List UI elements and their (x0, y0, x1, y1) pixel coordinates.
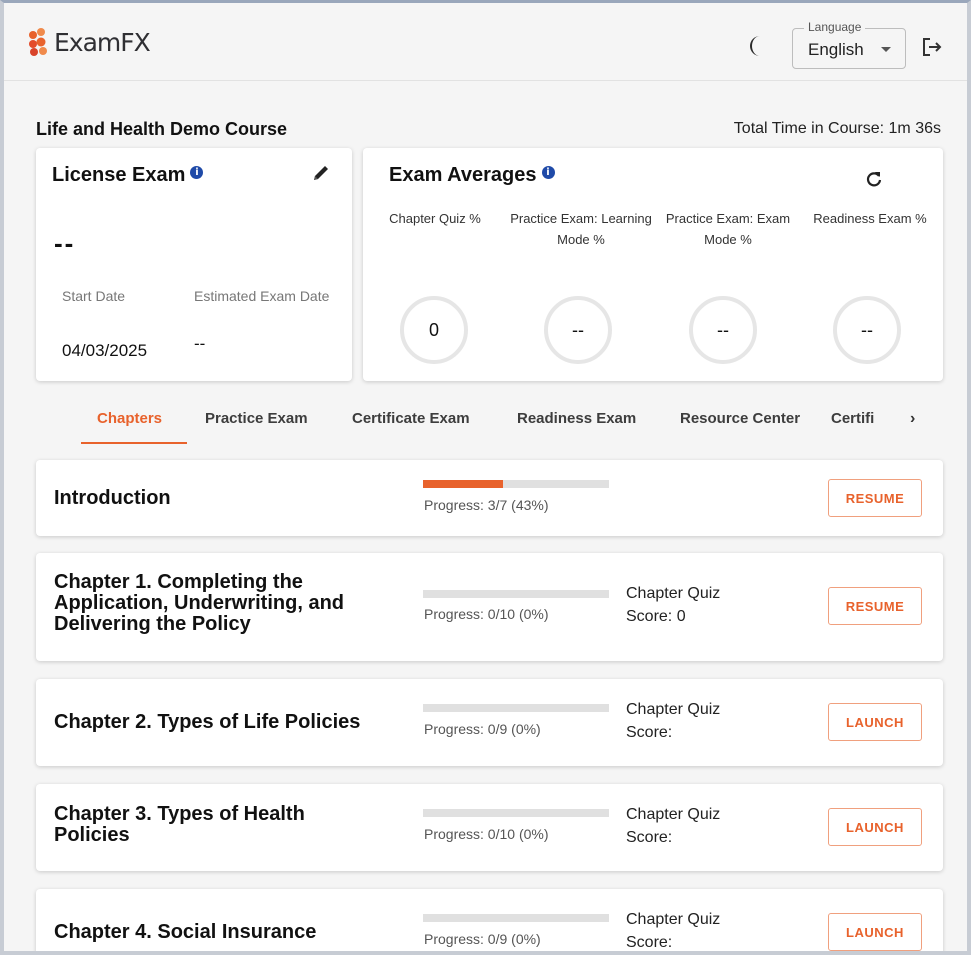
chapter-card-4: Chapter 4. Social Insurance Progress: 0/… (36, 889, 943, 951)
dark-mode-moon-icon[interactable] (746, 35, 766, 57)
total-time-in-course: Total Time in Course: 1m 36s (733, 120, 941, 137)
launch-button[interactable]: LAUNCH (828, 808, 922, 846)
license-exam-title: License Exam i (52, 164, 204, 187)
logout-icon[interactable] (921, 36, 943, 58)
practice-learning-score-circle: -- (544, 296, 612, 364)
chapter-quiz-score: Chapter Quiz Score: (626, 698, 720, 744)
tab-practice-exam[interactable]: Practice Exam (205, 410, 308, 427)
estimated-exam-date-value: -- (194, 334, 206, 353)
progress-text: Progress: 0/9 (0%) (424, 931, 541, 947)
license-exam-value: -- (54, 228, 76, 258)
progress-bar (423, 809, 609, 817)
chapter-quiz-label: Chapter Quiz (626, 806, 721, 823)
progress-bar (423, 590, 609, 598)
tab-chapters[interactable]: Chapters (97, 410, 162, 427)
edit-pencil-icon[interactable] (310, 162, 332, 184)
course-tabs: Chapters Practice Exam Certificate Exam … (36, 398, 943, 446)
tab-certificates[interactable]: Certifi (831, 410, 905, 427)
active-tab-indicator (81, 442, 187, 444)
exam-averages-card: Exam Averages i Chapter Quiz % Practice E… (363, 148, 943, 381)
tab-resource-center[interactable]: Resource Center (680, 410, 800, 427)
chapter-title: Introduction (54, 487, 171, 509)
info-icon[interactable]: i (541, 166, 555, 179)
readiness-exam-score-circle: -- (833, 296, 901, 364)
language-legend: Language (804, 20, 866, 34)
launch-button[interactable]: LAUNCH (828, 913, 922, 951)
practice-learning-label: Practice Exam: Learning Mode % (510, 211, 652, 247)
resume-button[interactable]: RESUME (828, 479, 922, 517)
chapter-card-1: Chapter 1. Completing the Application, U… (36, 553, 943, 661)
chapter-quiz-score: Chapter Quiz Score: (626, 908, 721, 951)
chapter-quiz-score: Chapter Quiz Score: (626, 803, 720, 849)
estimated-exam-date-label: Estimated Exam Date (194, 288, 330, 304)
chapter-quiz-label: Chapter Quiz (626, 911, 721, 928)
exam-averages-title-text: Exam Averages (389, 164, 537, 186)
progress-text: Progress: 3/7 (43%) (424, 497, 549, 513)
launch-button[interactable]: LAUNCH (828, 703, 922, 741)
chapter-card-3: Chapter 3. Types of Health Policies Prog… (36, 784, 943, 871)
license-exam-card: License Exam i -- Start Date Estimated Ex… (36, 148, 352, 381)
resume-button[interactable]: RESUME (828, 587, 922, 625)
course-title: Life and Health Demo Course (36, 119, 288, 139)
info-icon[interactable]: i (190, 166, 204, 179)
exam-averages-title: Exam Averages i (389, 164, 555, 187)
progress-text: Progress: 0/9 (0%) (424, 721, 541, 737)
license-exam-title-text: License Exam (52, 164, 186, 186)
chapter-quiz-score: Chapter Quiz Score: 0 (626, 582, 720, 628)
examfx-logo-icon (29, 28, 47, 56)
chapter-quiz-value: Score: (626, 724, 673, 741)
refresh-icon[interactable] (863, 168, 885, 190)
tab-certificate-exam[interactable]: Certificate Exam (352, 410, 470, 427)
chapter-quiz-value: Score: (626, 829, 673, 846)
chapter-title: Chapter 2. Types of Life Policies (54, 711, 361, 733)
logo-text: ExamFX (54, 27, 151, 57)
chapter-quiz-label: Chapter Quiz % (389, 211, 481, 226)
progress-text: Progress: 0/10 (0%) (424, 826, 549, 842)
chapter-quiz-value: Score: 0 (626, 608, 686, 625)
practice-exam-mode-score-circle: -- (689, 296, 757, 364)
language-value: English (808, 40, 864, 59)
chapter-card-2: Chapter 2. Types of Life Policies Progre… (36, 679, 943, 766)
language-select[interactable]: Language English (792, 20, 906, 69)
start-date-label: Start Date (62, 288, 126, 304)
progress-bar (423, 914, 609, 922)
progress-bar-fill (423, 480, 503, 488)
caret-down-icon (881, 47, 891, 52)
progress-text: Progress: 0/10 (0%) (424, 606, 549, 622)
progress-bar (423, 704, 609, 712)
chapter-quiz-label: Chapter Quiz (626, 701, 721, 718)
start-date-value: 04/03/2025 (62, 341, 148, 360)
chapter-quiz-value: Score: (626, 934, 673, 951)
chapter-title: Chapter 4. Social Insurance (54, 921, 317, 943)
examfx-logo[interactable]: ExamFX (28, 27, 151, 57)
chapter-card-introduction: Introduction Progress: 3/7 (43%) RESUME (36, 460, 943, 536)
chapter-quiz-label: Chapter Quiz (626, 585, 721, 602)
practice-exam-mode-label: Practice Exam: Exam Mode % (665, 211, 791, 247)
chapter-title: Chapter 3. Types of Health Policies (54, 803, 305, 846)
top-bar: ExamFX Language English (4, 3, 967, 81)
chapter-title: Chapter 1. Completing the Application, U… (54, 571, 344, 635)
app-window: ExamFX Language English Life and Health … (0, 0, 971, 955)
progress-bar (423, 480, 609, 488)
readiness-exam-label: Readiness Exam % (813, 211, 927, 226)
chapter-quiz-score-circle: 0 (400, 296, 468, 364)
chevron-right-icon[interactable]: › (910, 410, 915, 428)
tab-readiness-exam[interactable]: Readiness Exam (517, 410, 636, 427)
